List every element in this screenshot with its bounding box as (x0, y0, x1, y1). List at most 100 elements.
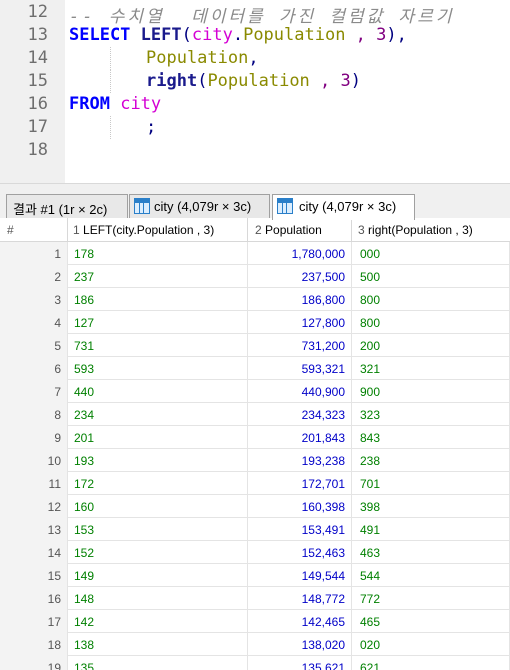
left-value-cell[interactable]: 153 (68, 518, 248, 541)
column-header-population[interactable]: 2 Population (248, 218, 352, 242)
population-cell[interactable]: 193,238 (248, 449, 352, 472)
row-number-cell[interactable]: 6 (0, 357, 68, 380)
row-number-cell[interactable]: 17 (0, 610, 68, 633)
row-number-cell[interactable]: 11 (0, 472, 68, 495)
left-value-cell[interactable]: 172 (68, 472, 248, 495)
code-line-12[interactable]: 12 -- 수치열 데이터를 가진 컬럼값 자르기 (0, 1, 510, 27)
row-number-cell[interactable]: 14 (0, 541, 68, 564)
population-cell[interactable]: 440,900 (248, 380, 352, 403)
table-row[interactable]: 4 127 127,800 800 (0, 311, 510, 334)
right-value-cell[interactable]: 900 (352, 380, 510, 403)
right-value-cell[interactable]: 491 (352, 518, 510, 541)
population-cell[interactable]: 153,491 (248, 518, 352, 541)
left-value-cell[interactable]: 142 (68, 610, 248, 633)
left-value-cell[interactable]: 237 (68, 265, 248, 288)
right-value-cell[interactable]: 321 (352, 357, 510, 380)
row-number-cell[interactable]: 5 (0, 334, 68, 357)
population-cell[interactable]: 234,323 (248, 403, 352, 426)
left-value-cell[interactable]: 201 (68, 426, 248, 449)
left-value-cell[interactable]: 593 (68, 357, 248, 380)
table-row[interactable]: 19 135 135,621 621 (0, 656, 510, 670)
left-value-cell[interactable]: 138 (68, 633, 248, 656)
code-line-13[interactable]: 13 SELECT LEFT(city.Population , 3), (0, 24, 510, 47)
table-row[interactable]: 18 138 138,020 020 (0, 633, 510, 656)
right-value-cell[interactable]: 800 (352, 288, 510, 311)
code-line-16[interactable]: 16 FROM city (0, 93, 510, 116)
left-value-cell[interactable]: 152 (68, 541, 248, 564)
right-value-cell[interactable]: 772 (352, 587, 510, 610)
population-cell[interactable]: 237,500 (248, 265, 352, 288)
table-row[interactable]: 1 178 1,780,000 000 (0, 242, 510, 265)
left-value-cell[interactable]: 440 (68, 380, 248, 403)
population-cell[interactable]: 731,200 (248, 334, 352, 357)
right-value-cell[interactable]: 398 (352, 495, 510, 518)
population-cell[interactable]: 138,020 (248, 633, 352, 656)
tab-city-2[interactable]: city (4,079r × 3c) (272, 194, 415, 220)
population-cell[interactable]: 160,398 (248, 495, 352, 518)
population-cell[interactable]: 172,701 (248, 472, 352, 495)
right-value-cell[interactable]: 544 (352, 564, 510, 587)
table-row[interactable]: 14 152 152,463 463 (0, 541, 510, 564)
population-cell[interactable]: 148,772 (248, 587, 352, 610)
table-row[interactable]: 3 186 186,800 800 (0, 288, 510, 311)
table-row[interactable]: 2 237 237,500 500 (0, 265, 510, 288)
row-number-cell[interactable]: 1 (0, 242, 68, 265)
right-value-cell[interactable]: 800 (352, 311, 510, 334)
row-number-cell[interactable]: 9 (0, 426, 68, 449)
table-row[interactable]: 12 160 160,398 398 (0, 495, 510, 518)
population-cell[interactable]: 135,621 (248, 656, 352, 670)
table-row[interactable]: 11 172 172,701 701 (0, 472, 510, 495)
table-row[interactable]: 5 731 731,200 200 (0, 334, 510, 357)
right-value-cell[interactable]: 323 (352, 403, 510, 426)
left-value-cell[interactable]: 127 (68, 311, 248, 334)
population-cell[interactable]: 127,800 (248, 311, 352, 334)
left-value-cell[interactable]: 731 (68, 334, 248, 357)
sql-editor[interactable]: 12 -- 수치열 데이터를 가진 컬럼값 자르기 13 SELECT LEFT… (0, 0, 510, 183)
table-row[interactable]: 9 201 201,843 843 (0, 426, 510, 449)
table-row[interactable]: 13 153 153,491 491 (0, 518, 510, 541)
column-header-left[interactable]: 1 LEFT(city.Population , 3) (68, 218, 248, 242)
row-number-cell[interactable]: 13 (0, 518, 68, 541)
table-row[interactable]: 15 149 149,544 544 (0, 564, 510, 587)
column-header-rownum[interactable]: # (0, 218, 68, 242)
left-value-cell[interactable]: 193 (68, 449, 248, 472)
right-value-cell[interactable]: 465 (352, 610, 510, 633)
right-value-cell[interactable]: 500 (352, 265, 510, 288)
table-row[interactable]: 7 440 440,900 900 (0, 380, 510, 403)
row-number-cell[interactable]: 16 (0, 587, 68, 610)
code-line-15[interactable]: 15 right(Population , 3) (0, 70, 510, 93)
row-number-cell[interactable]: 10 (0, 449, 68, 472)
row-number-cell[interactable]: 3 (0, 288, 68, 311)
table-row[interactable]: 17 142 142,465 465 (0, 610, 510, 633)
right-value-cell[interactable]: 843 (352, 426, 510, 449)
left-value-cell[interactable]: 148 (68, 587, 248, 610)
row-number-cell[interactable]: 15 (0, 564, 68, 587)
left-value-cell[interactable]: 160 (68, 495, 248, 518)
row-number-cell[interactable]: 12 (0, 495, 68, 518)
table-row[interactable]: 8 234 234,323 323 (0, 403, 510, 426)
row-number-cell[interactable]: 19 (0, 656, 68, 670)
left-value-cell[interactable]: 135 (68, 656, 248, 670)
right-value-cell[interactable]: 238 (352, 449, 510, 472)
population-cell[interactable]: 201,843 (248, 426, 352, 449)
right-value-cell[interactable]: 000 (352, 242, 510, 265)
population-cell[interactable]: 152,463 (248, 541, 352, 564)
left-value-cell[interactable]: 178 (68, 242, 248, 265)
column-header-right[interactable]: 3 right(Population , 3) (352, 218, 510, 242)
right-value-cell[interactable]: 020 (352, 633, 510, 656)
code-line-14[interactable]: 14 Population, (0, 47, 510, 70)
row-number-cell[interactable]: 4 (0, 311, 68, 334)
population-cell[interactable]: 593,321 (248, 357, 352, 380)
population-cell[interactable]: 1,780,000 (248, 242, 352, 265)
left-value-cell[interactable]: 234 (68, 403, 248, 426)
right-value-cell[interactable]: 621 (352, 656, 510, 670)
population-cell[interactable]: 142,465 (248, 610, 352, 633)
result-grid[interactable]: # 1 LEFT(city.Population , 3) 2 Populati… (0, 218, 510, 670)
left-value-cell[interactable]: 149 (68, 564, 248, 587)
row-number-cell[interactable]: 8 (0, 403, 68, 426)
population-cell[interactable]: 186,800 (248, 288, 352, 311)
table-row[interactable]: 6 593 593,321 321 (0, 357, 510, 380)
left-value-cell[interactable]: 186 (68, 288, 248, 311)
code-line-17[interactable]: 17 ; (0, 116, 510, 139)
row-number-cell[interactable]: 7 (0, 380, 68, 403)
